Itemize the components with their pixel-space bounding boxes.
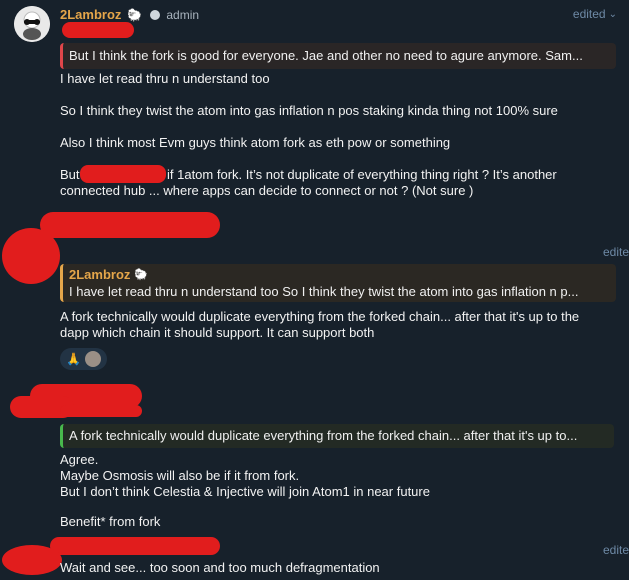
edited-label: edite xyxy=(602,245,629,259)
pray-emoji-icon: 🙏 xyxy=(66,352,81,366)
reply-preview[interactable]: 2Lambroz 🐑 I have let read thru n unders… xyxy=(60,264,616,302)
message-line: Agree. xyxy=(60,452,99,467)
message-line: dapp which chain it should support. It c… xyxy=(60,325,375,340)
message-line: if 1atom fork. It’s not duplicate of eve… xyxy=(167,167,557,182)
message-line: But I don’t think Celestia & Injective w… xyxy=(60,484,430,499)
message-line: I have let read thru n understand too xyxy=(60,71,270,86)
edited-label: edite xyxy=(602,543,629,557)
chevron-down-icon[interactable]: ⌄ xyxy=(609,9,617,20)
message-header: 2Lambroz 🐑 admin xyxy=(60,7,199,22)
redacted-name xyxy=(62,22,134,38)
sheep-icon: 🐑 xyxy=(134,269,149,281)
edited-label: edited ⌄ xyxy=(573,7,617,21)
edited-text: edited xyxy=(572,7,606,21)
message-line: But xyxy=(60,167,80,182)
reply-text: A fork technically would duplicate every… xyxy=(69,428,578,443)
reply-text: But I think the fork is good for everyon… xyxy=(69,48,583,63)
message-line: Maybe Osmosis will also be if it from fo… xyxy=(60,468,300,483)
message-line: So I think they twist the atom into gas … xyxy=(60,103,558,118)
reply-preview[interactable]: A fork technically would duplicate every… xyxy=(60,424,614,448)
admin-badge: admin xyxy=(166,7,200,22)
sheep-icon: 🐑 xyxy=(127,7,143,22)
reply-preview[interactable]: But I think the fork is good for everyon… xyxy=(60,43,616,69)
redacted-text xyxy=(80,165,166,183)
message-line: A fork technically would duplicate every… xyxy=(60,309,580,324)
message-line: Also I think most Evm guys think atom fo… xyxy=(60,135,451,150)
redacted-name xyxy=(50,537,220,555)
redacted-name xyxy=(60,405,142,417)
redacted-avatar xyxy=(2,545,62,575)
sender-name[interactable]: 2Lambroz xyxy=(60,7,121,22)
reply-text: I have let read thru n understand too So… xyxy=(69,284,579,299)
reactor-avatar xyxy=(84,351,101,367)
admin-shield-icon xyxy=(150,9,161,20)
message-line: connected hub ... where apps can decide … xyxy=(60,183,474,198)
avatar[interactable] xyxy=(14,6,50,42)
reply-sender: 2Lambroz xyxy=(69,267,131,282)
message-line: Benefit* from fork xyxy=(60,514,161,529)
redacted-name xyxy=(40,212,220,238)
redacted-avatar xyxy=(2,228,60,284)
message-line: Wait and see... too soon and too much de… xyxy=(60,560,380,575)
reaction-chip[interactable]: 🙏 xyxy=(60,348,107,370)
